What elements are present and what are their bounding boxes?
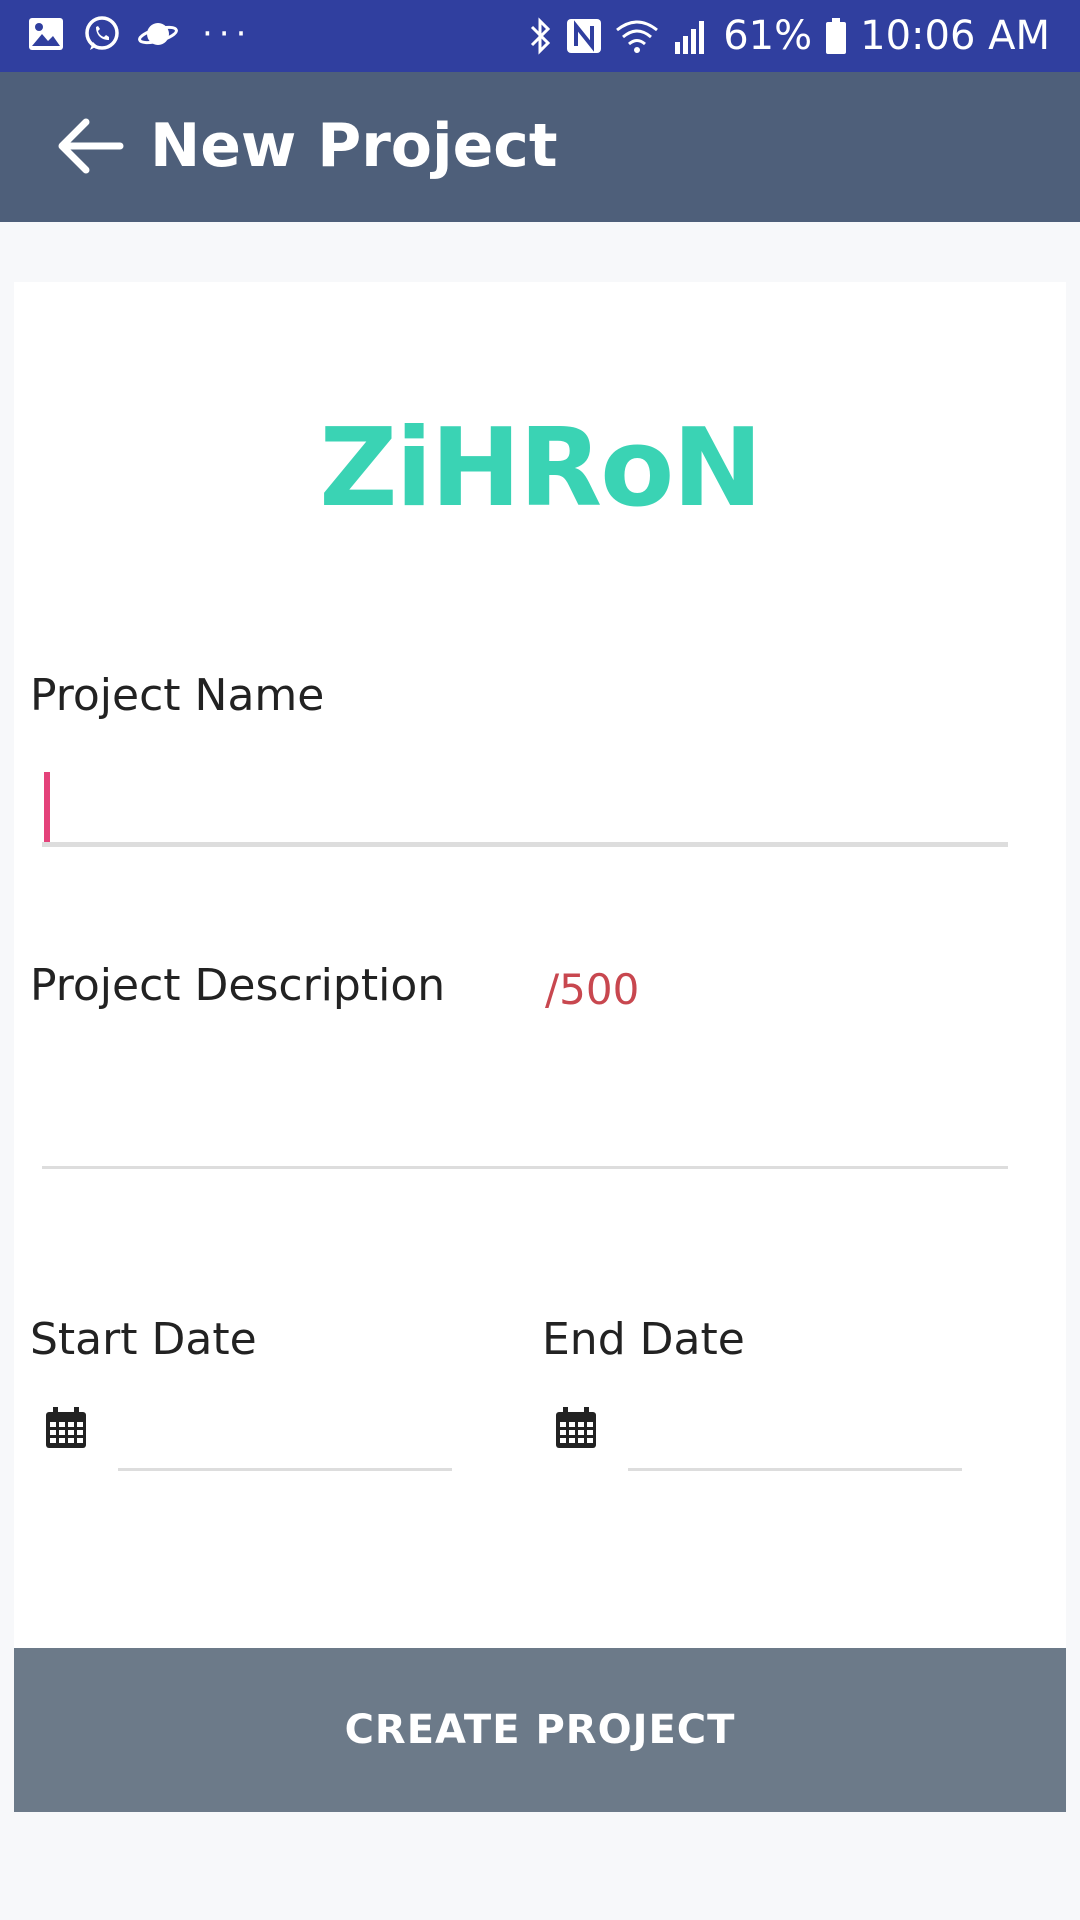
status-bar: ··· 61% 10:06 AM — [0, 0, 1080, 72]
calendar-icon[interactable] — [554, 1406, 598, 1450]
status-system-icons: 61% 10:06 AM — [527, 12, 1050, 60]
signal-icon — [675, 21, 705, 54]
project-name-input[interactable] — [56, 770, 1002, 842]
battery-percentage: 61% — [723, 13, 813, 59]
text-cursor — [44, 772, 50, 844]
project-name-label: Project Name — [30, 670, 325, 721]
create-project-button[interactable]: CREATE PROJECT — [14, 1648, 1066, 1812]
project-name-underline — [42, 842, 1008, 847]
status-time: 10:06 AM — [860, 13, 1050, 59]
calendar-icon[interactable] — [44, 1406, 88, 1450]
description-char-counter: /500 — [545, 965, 640, 1014]
start-date-label: Start Date — [30, 1314, 257, 1365]
bluetooth-icon — [531, 17, 551, 55]
nfc-icon — [567, 19, 602, 53]
gallery-icon — [29, 18, 63, 50]
end-date-input[interactable] — [628, 1400, 962, 1464]
status-notification-icons: ··· — [26, 14, 252, 54]
end-date-label: End Date — [542, 1314, 745, 1365]
arrow-left-icon[interactable] — [56, 116, 124, 176]
page-title: New Project — [150, 111, 558, 181]
screen: ··· 61% 10:06 AM New Project ZiHRoN Proj… — [0, 0, 1080, 1920]
brand-logo: ZiHRoN — [319, 406, 762, 531]
wifi-icon — [616, 20, 659, 53]
whatsapp-icon — [85, 16, 119, 50]
app-bar: New Project — [0, 72, 1080, 222]
battery-icon — [826, 18, 847, 54]
status-overflow-dots: ··· — [202, 14, 253, 54]
end-date-underline — [628, 1468, 962, 1471]
project-description-label: Project Description — [30, 960, 446, 1011]
start-date-input[interactable] — [118, 1400, 452, 1464]
project-description-underline — [42, 1166, 1008, 1169]
planet-icon — [138, 23, 178, 45]
project-description-input[interactable] — [42, 1040, 1008, 1160]
start-date-underline — [118, 1468, 452, 1471]
